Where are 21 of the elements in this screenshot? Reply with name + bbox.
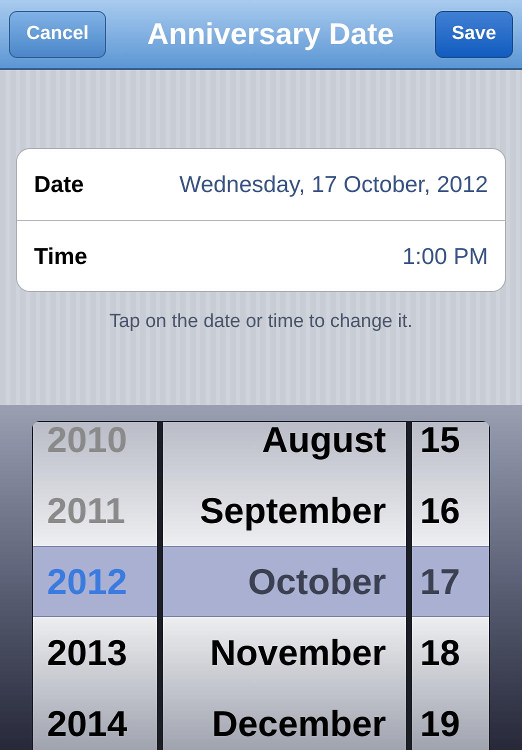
hint-text: Tap on the date or time to change it. — [109, 310, 413, 334]
screen-title: Anniversary Date — [147, 16, 394, 52]
picker-item[interactable]: 2013 — [33, 617, 157, 688]
picker-item[interactable]: 16 — [412, 475, 489, 546]
picker-item[interactable]: 18 — [412, 617, 489, 688]
field-row[interactable]: Time 1:00 PM — [17, 220, 505, 291]
picker-item[interactable]: December — [163, 688, 406, 750]
field-value: Wednesday, 17 October, 2012 — [179, 170, 488, 200]
field-row[interactable]: Date Wednesday, 17 October, 2012 — [17, 149, 505, 220]
picker-item[interactable]: October — [163, 546, 406, 617]
picker-item[interactable]: November — [163, 617, 406, 688]
picker-item[interactable]: 2014 — [33, 688, 157, 750]
picker-item[interactable]: September — [163, 475, 406, 546]
field-label: Time — [34, 242, 88, 271]
picker-item[interactable]: 19 — [412, 688, 489, 750]
save-button[interactable]: Save — [434, 10, 513, 58]
field-label: Date — [34, 170, 84, 200]
field-value: 1:00 PM — [402, 242, 488, 271]
picker-item[interactable]: August — [163, 422, 406, 475]
picker-item[interactable]: 15 — [412, 422, 489, 475]
picker-item[interactable]: 17 — [412, 546, 489, 617]
